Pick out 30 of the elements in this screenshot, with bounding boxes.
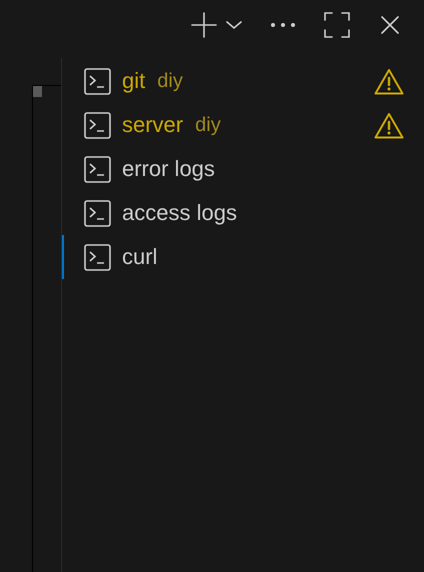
terminal-tab[interactable]: git diy [62, 59, 424, 103]
terminal-description: diy [195, 114, 221, 136]
terminal-tab[interactable]: server diy [62, 103, 424, 147]
maximize-button[interactable] [324, 12, 350, 38]
terminal-icon [84, 112, 111, 138]
terminal-icon [84, 156, 111, 182]
maximize-icon [324, 12, 350, 38]
warning-icon [374, 112, 404, 138]
terminal-icon [84, 200, 111, 226]
more-button[interactable] [270, 22, 296, 28]
chevron-down-icon [226, 20, 242, 30]
warning-icon [374, 68, 404, 94]
more-icon [270, 22, 296, 28]
close-button[interactable] [380, 15, 400, 35]
terminal-name: error logs [122, 156, 215, 182]
new-terminal-button[interactable] [190, 11, 218, 39]
terminal-name: curl [122, 244, 158, 270]
scrollbar-thumb[interactable] [33, 86, 42, 97]
close-icon [380, 15, 400, 35]
terminal-tab[interactable]: curl [62, 235, 424, 279]
terminal-icon [84, 244, 111, 270]
terminal-name: server [122, 112, 184, 138]
dropdown-button[interactable] [226, 20, 242, 30]
terminal-name: access logs [122, 200, 237, 226]
terminal-name: git [122, 68, 146, 94]
terminal-tab[interactable]: error logs [62, 147, 424, 191]
terminal-icon [84, 68, 111, 94]
terminal-tab[interactable]: access logs [62, 191, 424, 235]
plus-icon [190, 11, 218, 39]
terminal-description: diy [157, 70, 183, 92]
